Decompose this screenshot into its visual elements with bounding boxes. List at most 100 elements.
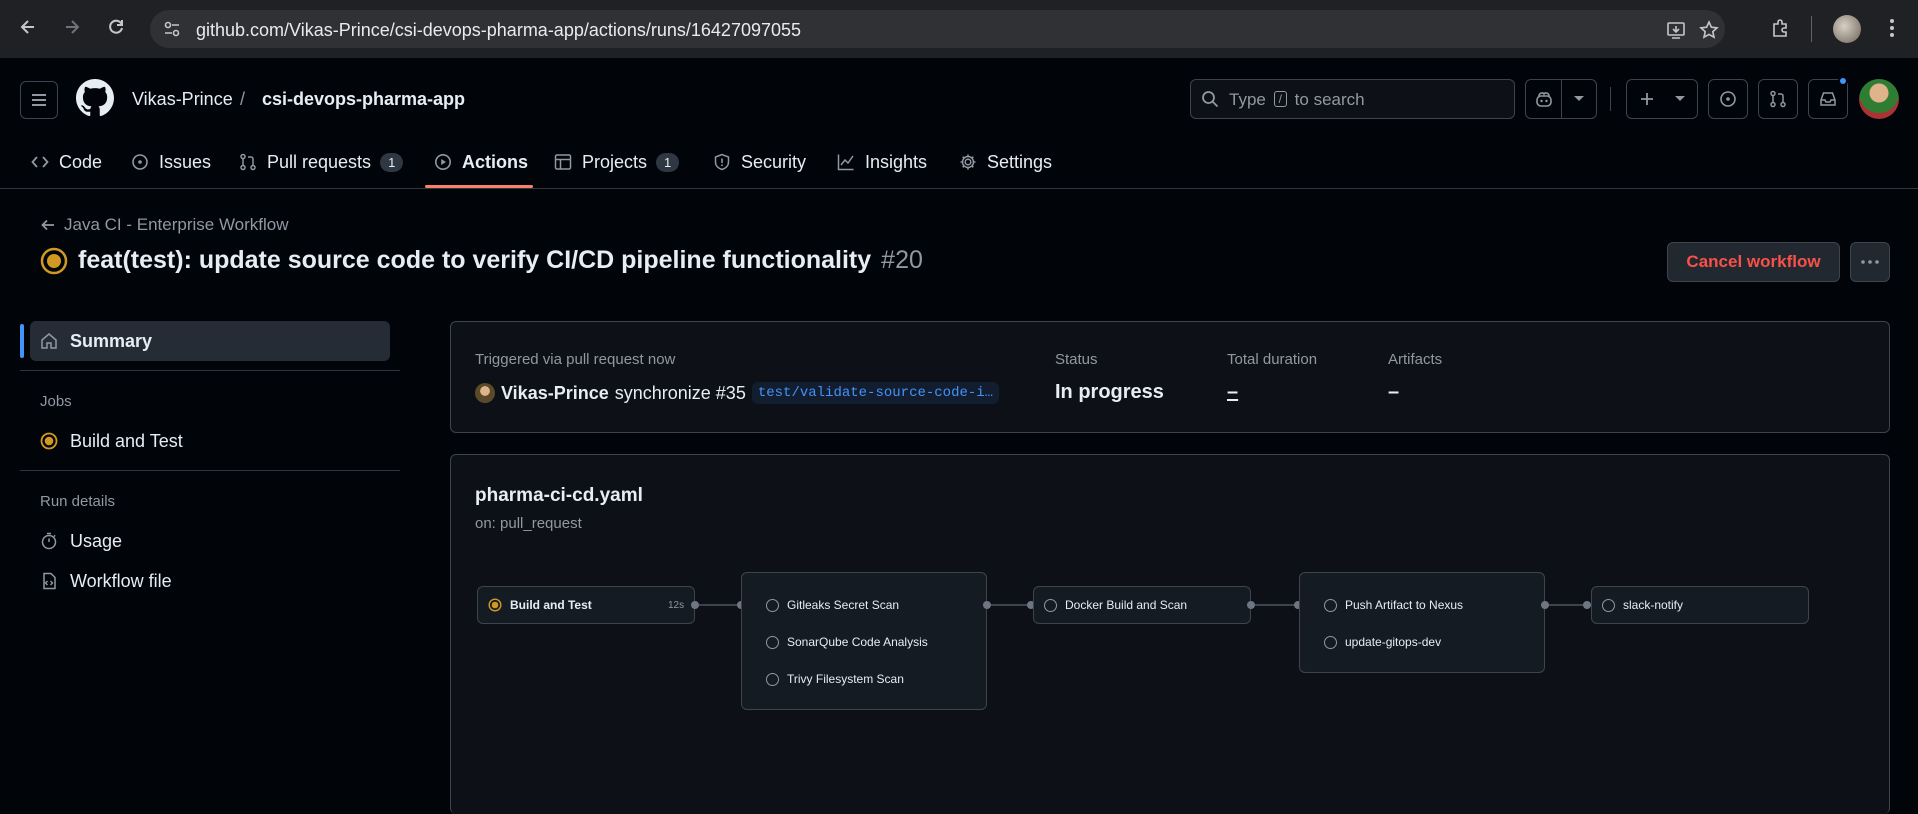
actor-link[interactable]: Vikas-Prince (501, 383, 609, 404)
sidebar-item-usage[interactable]: Usage (30, 521, 390, 561)
run-number: #20 (881, 246, 923, 274)
repo-name-link[interactable]: csi-devops-pharma-app (262, 89, 465, 110)
tab-security[interactable]: Security (712, 145, 806, 179)
workflow-back-link[interactable]: Java CI - Enterprise Workflow (40, 215, 289, 235)
actor-avatar[interactable] (475, 383, 495, 403)
sidebar-item-label: Usage (70, 530, 123, 551)
selected-tab-underline (425, 185, 533, 188)
run-options-button[interactable] (1850, 242, 1890, 282)
table-icon (553, 152, 573, 172)
user-avatar[interactable] (1859, 79, 1899, 119)
sidebar-active-indicator (20, 324, 24, 358)
sidebar-divider (20, 370, 400, 371)
connector-dot (691, 601, 699, 609)
pending-status-icon (1602, 598, 1615, 612)
connector-line (699, 604, 741, 606)
sidebar-item-summary[interactable]: Summary (30, 321, 390, 361)
job-docker-build-and-scan: Docker Build and Scan (1044, 598, 1187, 612)
sidebar-item-build-and-test[interactable]: Build and Test (30, 421, 390, 461)
job-label: Push Artifact to Nexus (1345, 598, 1464, 612)
workflow-name: Java CI - Enterprise Workflow (64, 215, 289, 234)
kebab-horizontal-icon (1860, 259, 1880, 265)
git-pull-request-icon (1769, 90, 1787, 108)
site-settings-icon[interactable] (162, 19, 182, 39)
tab-projects[interactable]: Projects 1 (553, 145, 680, 179)
forward-arrow-icon[interactable] (60, 15, 84, 39)
job-push-artifact-to-nexus[interactable]: Push Artifact to Nexus (1324, 598, 1463, 612)
sidebar-item-label: Workflow file (70, 570, 172, 591)
connector-line (1549, 604, 1587, 606)
shield-icon (712, 152, 732, 172)
sidebar-divider (20, 470, 400, 471)
trigger-details: Vikas-Prince synchronize #35 test/valida… (475, 382, 1000, 404)
url-text[interactable]: github.com/Vikas-Prince/csi-devops-pharm… (196, 20, 801, 41)
job-sonarqube-code-analysis[interactable]: SonarQube Code Analysis (766, 635, 928, 649)
job-trivy-filesystem-scan[interactable]: Trivy Filesystem Scan (766, 672, 904, 686)
job-update-gitops-dev[interactable]: update-gitops-dev (1324, 635, 1441, 649)
cancel-workflow-button[interactable]: Cancel workflow (1667, 242, 1840, 282)
branch-label[interactable]: test/validate-source-code-i… (751, 382, 1000, 404)
extensions-icon[interactable] (1769, 16, 1793, 40)
run-summary-card: Triggered via pull request now Vikas-Pri… (450, 321, 1890, 433)
copilot-button[interactable] (1525, 79, 1597, 119)
tab-insights[interactable]: Insights (836, 145, 927, 179)
create-new-button[interactable] (1626, 79, 1698, 119)
issue-opened-icon (1719, 90, 1737, 108)
notification-indicator (1838, 76, 1848, 86)
connector-dot (983, 601, 991, 609)
tab-settings[interactable]: Settings (958, 145, 1052, 179)
connector-dot (1541, 601, 1549, 609)
workflow-file-name[interactable]: pharma-ci-cd.yaml (475, 485, 643, 507)
tab-issues[interactable]: Issues (130, 145, 211, 179)
job-node-docker-build-and-scan[interactable]: Docker Build and Scan (1033, 586, 1251, 624)
search-input[interactable]: Type / to search (1190, 79, 1515, 119)
tab-actions[interactable]: Actions (433, 145, 528, 179)
search-placeholder: Type / to search (1229, 90, 1365, 109)
job-node-slack-notify[interactable]: slack-notify (1591, 586, 1809, 624)
code-icon (30, 152, 50, 172)
issues-button[interactable] (1708, 79, 1748, 119)
trigger-text: Triggered via pull request now (475, 351, 676, 368)
status-label: Status (1055, 351, 1098, 368)
git-pull-request-icon (238, 152, 258, 172)
copilot-icon (1526, 90, 1561, 108)
tab-code[interactable]: Code (30, 145, 102, 179)
tab-label: Insights (865, 151, 928, 172)
job-gitleaks-secret-scan[interactable]: Gitleaks Secret Scan (766, 598, 899, 612)
tab-pull-requests[interactable]: Pull requests 1 (238, 145, 404, 179)
job-group-scans: Gitleaks Secret Scan SonarQube Code Anal… (741, 572, 987, 710)
pull-requests-button[interactable] (1758, 79, 1798, 119)
bookmark-star-icon[interactable] (1698, 19, 1720, 41)
reload-icon[interactable] (104, 15, 128, 39)
job-label: slack-notify (1623, 598, 1684, 612)
run-details-heading: Run details (40, 493, 116, 510)
tab-label: Actions (462, 151, 529, 172)
jobs-heading: Jobs (40, 393, 72, 410)
job-node-build-and-test[interactable]: Build and Test 12s (477, 586, 695, 624)
stopwatch-icon (40, 532, 58, 550)
tab-label: Issues (159, 151, 212, 172)
browser-menu-icon[interactable] (1880, 16, 1904, 40)
plus-icon (1629, 91, 1665, 107)
duration-value[interactable]: – (1227, 381, 1238, 404)
projects-counter: 1 (656, 152, 680, 172)
chevron-down-icon[interactable] (1562, 95, 1596, 103)
browser-profile-avatar[interactable] (1833, 15, 1861, 43)
github-header: Vikas-Prince / csi-devops-pharma-app Typ… (0, 58, 1918, 189)
address-bar[interactable]: github.com/Vikas-Prince/csi-devops-pharm… (150, 10, 1725, 48)
back-arrow-icon[interactable] (16, 15, 40, 39)
artifacts-value: – (1388, 381, 1400, 403)
github-logo-icon[interactable] (76, 79, 114, 117)
sidebar-item-workflow-file[interactable]: Workflow file (30, 561, 390, 601)
connector-line (991, 604, 1031, 606)
job-group-publish: Push Artifact to Nexus update-gitops-dev (1299, 572, 1545, 673)
pending-status-icon (1324, 635, 1337, 649)
run-title-text: feat(test): update source code to verify… (78, 246, 872, 274)
status-value: In progress (1055, 381, 1164, 403)
home-icon (40, 332, 58, 350)
hamburger-menu-icon[interactable] (20, 81, 58, 119)
install-app-icon[interactable] (1665, 19, 1687, 41)
event-text[interactable]: synchronize #35 (615, 383, 746, 404)
workflow-graph-card: pharma-ci-cd.yaml on: pull_request Build… (450, 454, 1890, 814)
repo-owner-link[interactable]: Vikas-Prince (132, 89, 233, 110)
